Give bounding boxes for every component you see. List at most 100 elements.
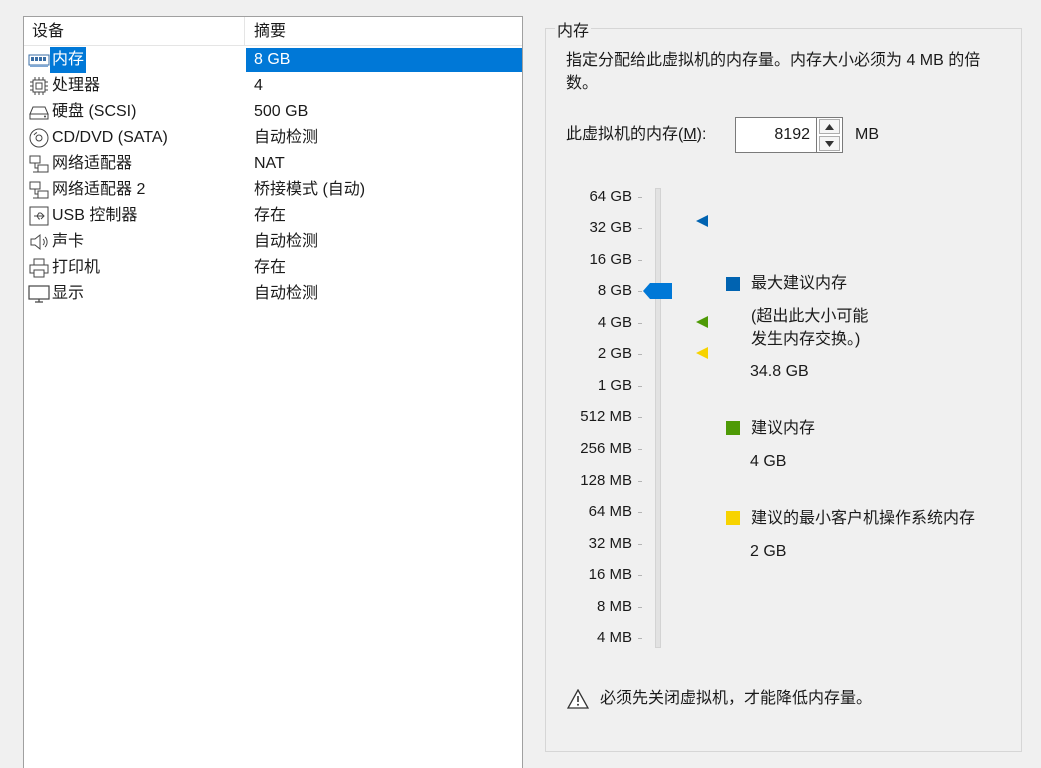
- scale-tick: [638, 197, 642, 198]
- device-summary: 8 GB: [254, 51, 291, 68]
- device-name: 网络适配器: [52, 155, 133, 172]
- usb-icon: [29, 206, 49, 226]
- spin-up-button[interactable]: [819, 119, 840, 134]
- memory-field-label: 此虚拟机的内存(M):: [566, 126, 707, 143]
- memory-size-input[interactable]: 8192: [735, 117, 817, 153]
- memory-icon: [28, 54, 50, 67]
- legend-swatch-max: [726, 277, 740, 291]
- chevron-down-icon: [825, 140, 834, 147]
- device-summary: 存在: [254, 259, 287, 276]
- scale-tick: [638, 575, 642, 576]
- device-row-cd-dvd[interactable]: CD/DVD (SATA) 自动检测: [24, 125, 522, 151]
- memory-group-title: 内存: [555, 17, 592, 41]
- device-row-sound-card[interactable]: 声卡 自动检测: [24, 229, 522, 255]
- recommended-marker: [696, 316, 708, 328]
- scale-tick: [638, 512, 642, 513]
- scale-label: 32 MB: [588, 535, 632, 552]
- harddisk-icon: [29, 106, 49, 120]
- device-name: 显示: [52, 285, 85, 302]
- memory-unit-label: MB: [855, 126, 879, 143]
- scale-tick: [638, 291, 642, 292]
- scale-label: 512 MB: [580, 408, 632, 425]
- warning-icon: [567, 689, 589, 709]
- cd-dvd-icon: [29, 128, 49, 148]
- device-summary: 自动检测: [254, 233, 319, 250]
- device-row-processor[interactable]: 处理器 4: [24, 73, 522, 99]
- legend-min-guest-title: 建议的最小客户机操作系统内存: [751, 510, 976, 527]
- memory-slider-thumb[interactable]: [643, 283, 673, 299]
- shutdown-warning: 必须先关闭虚拟机，才能降低内存量。: [600, 690, 873, 707]
- memory-description: 指定分配给此虚拟机的内存量。内存大小必须为 4 MB 的倍数。: [566, 52, 981, 92]
- legend-max-title: 最大建议内存: [751, 275, 848, 292]
- legend-max-note: (超出此大小可能: [751, 308, 869, 325]
- column-header-device[interactable]: 设备: [24, 17, 245, 46]
- list-header: 设备 摘要: [24, 17, 522, 46]
- device-row-network-adapter-2[interactable]: 网络适配器 2 桥接模式 (自动): [24, 177, 522, 203]
- device-row-harddisk[interactable]: 硬盘 (SCSI) 500 GB: [24, 99, 522, 125]
- scale-tick: [638, 417, 642, 418]
- scale-label: 8 MB: [596, 598, 632, 615]
- scale-label: 256 MB: [580, 440, 632, 457]
- scale-tick: [638, 481, 642, 482]
- device-row-memory[interactable]: 内存 8 GB: [24, 47, 522, 73]
- chevron-up-icon: [825, 123, 834, 130]
- scale-tick: [638, 260, 642, 261]
- scale-label: 1 GB: [597, 377, 632, 394]
- device-name: 打印机: [52, 259, 101, 276]
- legend-recommended-title: 建议内存: [751, 420, 816, 437]
- scale-tick: [638, 544, 642, 545]
- scale-label: 4 MB: [596, 629, 632, 646]
- max-recommended-marker: [696, 215, 708, 227]
- device-summary: 自动检测: [254, 129, 319, 146]
- device-name: 内存: [50, 47, 87, 73]
- memory-slider-track[interactable]: [655, 188, 661, 648]
- device-row-printer[interactable]: 打印机 存在: [24, 255, 522, 281]
- device-row-usb-controller[interactable]: USB 控制器 存在: [24, 203, 522, 229]
- device-name: 处理器: [52, 77, 101, 94]
- device-summary: 自动检测: [254, 285, 319, 302]
- device-summary: 桥接模式 (自动): [254, 181, 366, 198]
- scale-label: 4 GB: [597, 314, 632, 331]
- device-summary: 存在: [254, 207, 287, 224]
- scale-tick: [638, 323, 642, 324]
- legend-swatch-recommended: [726, 421, 740, 435]
- scale-tick: [638, 607, 642, 608]
- device-summary: NAT: [254, 155, 285, 172]
- column-header-summary[interactable]: 摘要: [246, 17, 522, 46]
- scale-tick: [638, 638, 642, 639]
- device-name: USB 控制器: [52, 207, 138, 224]
- legend-swatch-min-guest: [726, 511, 740, 525]
- scale-label: 128 MB: [580, 472, 632, 489]
- scale-tick: [638, 449, 642, 450]
- scale-label: 16 MB: [588, 566, 632, 583]
- min-guest-marker: [696, 347, 708, 359]
- sound-card-icon: [30, 233, 48, 251]
- scale-label: 8 GB: [597, 282, 632, 299]
- device-summary: 4: [254, 77, 263, 94]
- device-list: 设备 摘要 内存 8 GB 处理器 4 硬盘 (SCSI) 500 GB CD/…: [23, 16, 523, 768]
- device-row-display[interactable]: 显示 自动检测: [24, 281, 522, 307]
- device-row-network-adapter[interactable]: 网络适配器 NAT: [24, 151, 522, 177]
- scale-label: 2 GB: [597, 345, 632, 362]
- memory-spinner: [817, 117, 843, 153]
- scale-label: 16 GB: [589, 251, 632, 268]
- legend-min-guest-value: 2 GB: [750, 543, 787, 560]
- device-summary: 500 GB: [254, 103, 309, 120]
- network-adapter-icon: [29, 181, 49, 199]
- scale-label: 32 GB: [589, 219, 632, 236]
- network-adapter-icon: [29, 155, 49, 173]
- device-name: 网络适配器 2: [52, 181, 146, 198]
- device-name: 声卡: [52, 233, 85, 250]
- scale-label: 64 GB: [589, 188, 632, 205]
- spin-down-button[interactable]: [819, 136, 840, 151]
- scale-tick: [638, 354, 642, 355]
- device-name: 硬盘 (SCSI): [52, 103, 137, 120]
- scale-tick: [638, 386, 642, 387]
- legend-max-note: 发生内存交换。): [751, 331, 861, 348]
- legend-recommended-value: 4 GB: [750, 453, 787, 470]
- scale-tick: [638, 228, 642, 229]
- legend-max-value: 34.8 GB: [750, 363, 809, 380]
- display-icon: [28, 285, 50, 303]
- cpu-icon: [30, 77, 48, 95]
- scale-label: 64 MB: [588, 503, 632, 520]
